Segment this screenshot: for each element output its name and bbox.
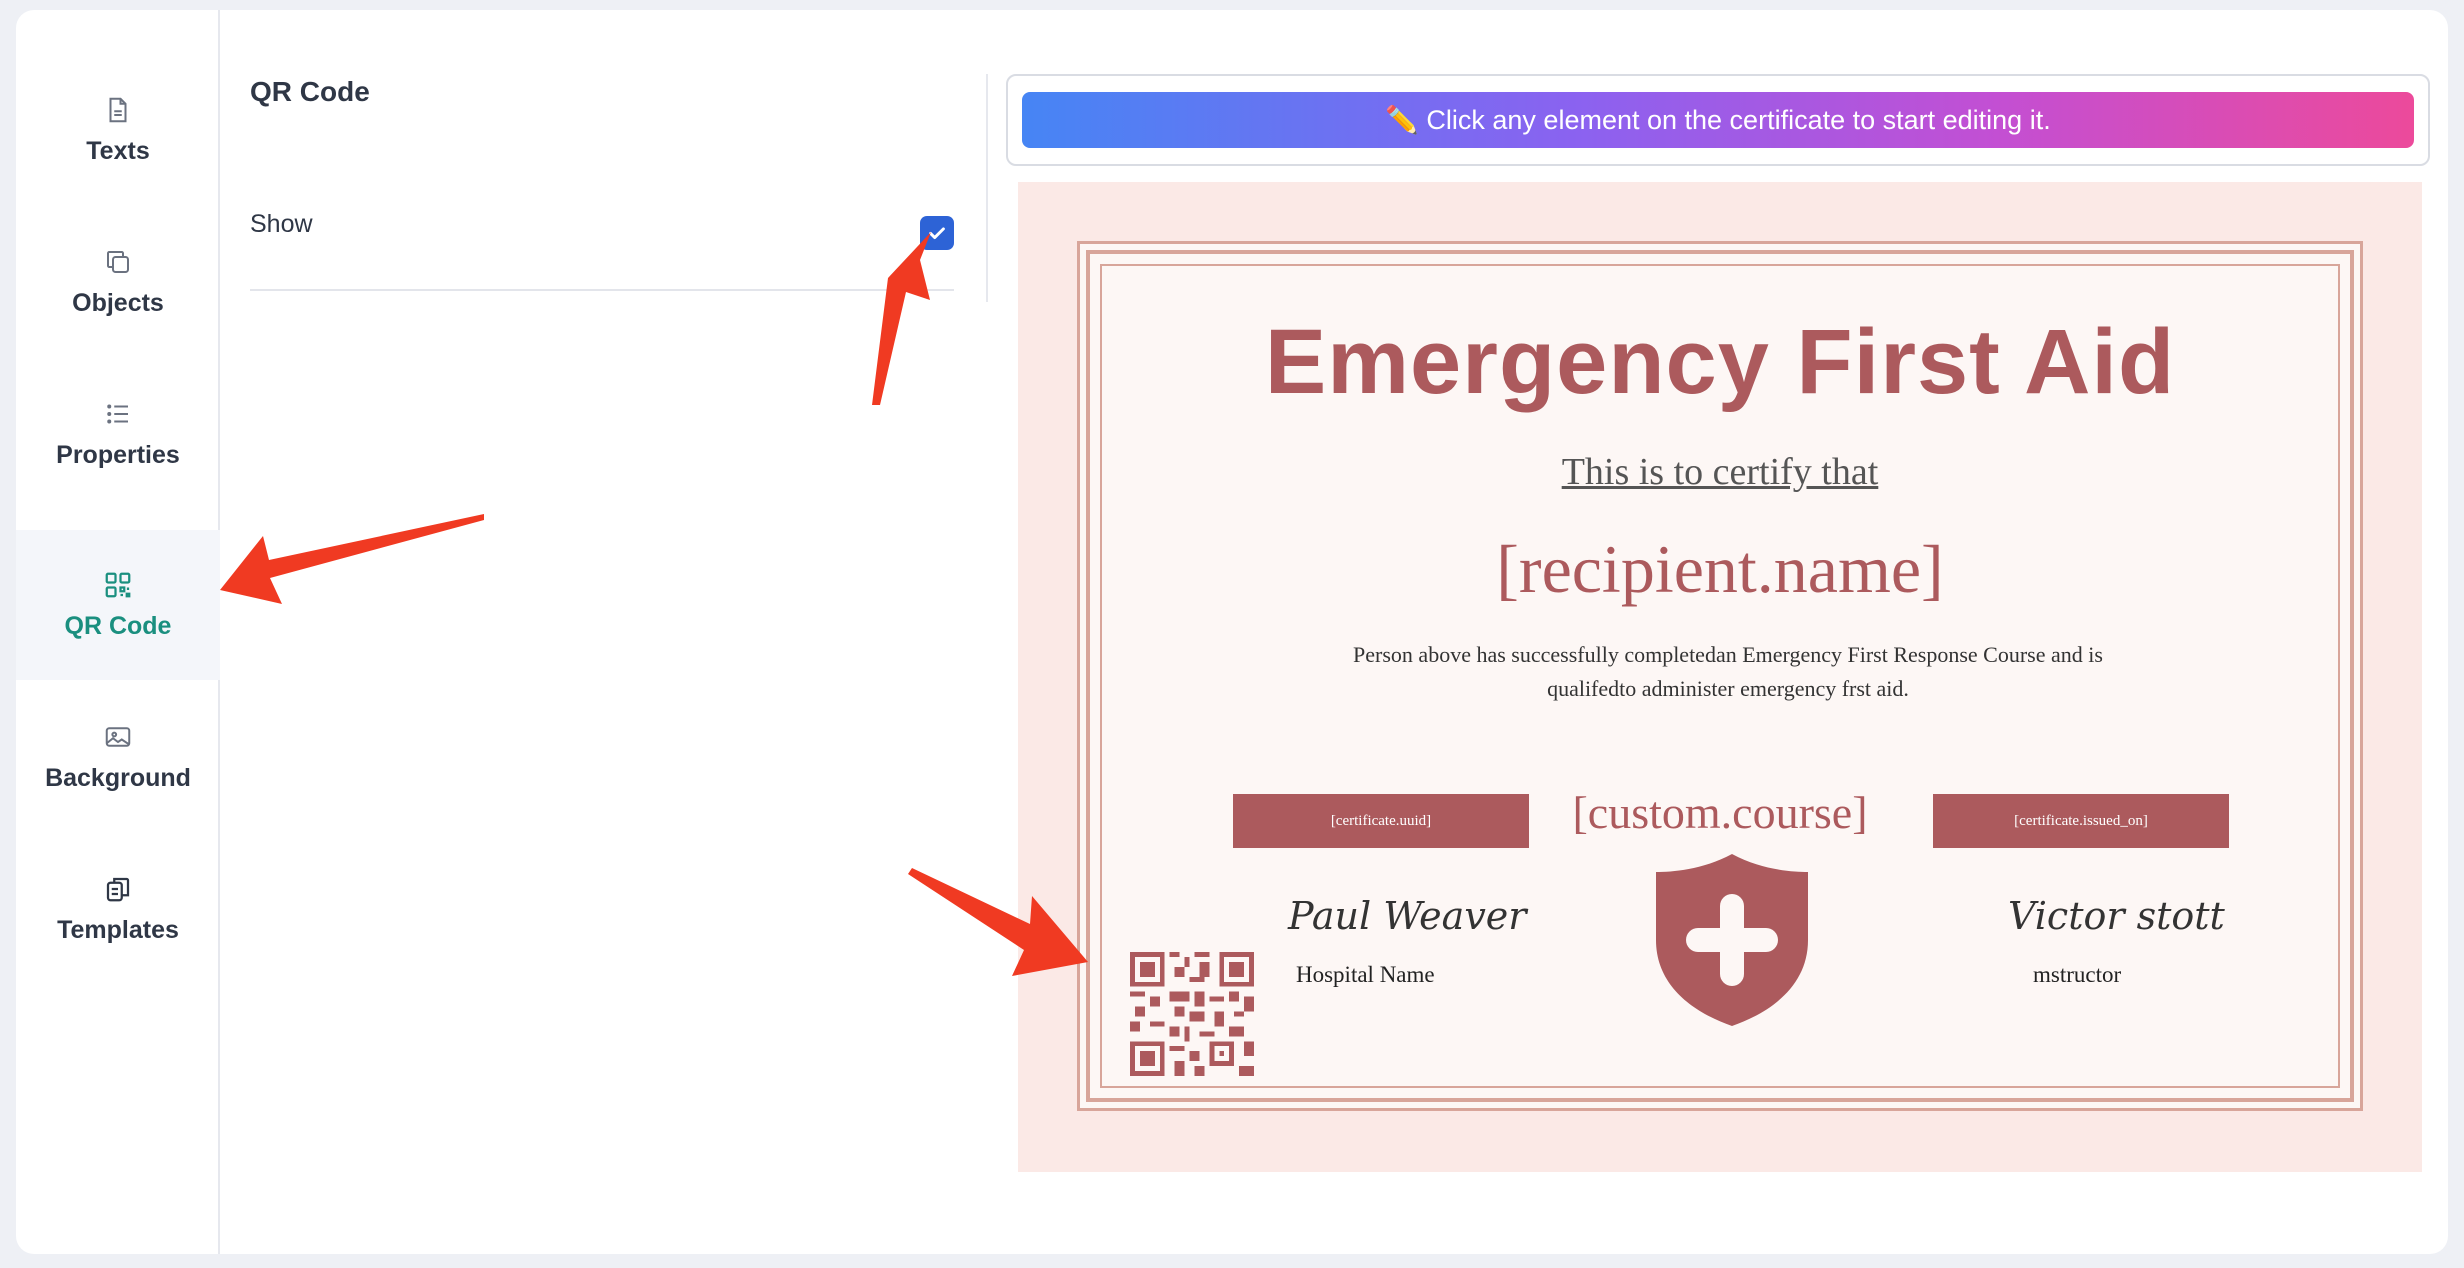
document-icon (109, 97, 127, 122)
certificate-canvas[interactable]: Emergency First Aid This is to certify t… (1018, 182, 2422, 1172)
settings-panel: QR Code Show (220, 10, 990, 1254)
body-line: qualifedto administer emergency frst aid… (1547, 676, 1909, 701)
body-line: Person above has successfully completeda… (1353, 642, 2103, 667)
app-window: Texts Objects Properties QR Code Backgro… (16, 10, 2448, 1254)
show-label: Show (250, 210, 313, 238)
divider (250, 289, 954, 291)
certificate-title[interactable]: Emergency First Aid (1018, 310, 2422, 415)
course-name[interactable]: [custom.course] (1438, 786, 2002, 839)
left-signature-role[interactable]: Hospital Name (1296, 962, 1435, 988)
qr-code-icon (105, 572, 131, 597)
sidebar-item-qr-code[interactable]: QR Code (16, 530, 220, 680)
sidebar-item-properties[interactable]: Properties (16, 359, 220, 509)
sidebar-item-label: Objects (72, 288, 164, 317)
certificate-subtitle[interactable]: This is to certify that (1018, 450, 2422, 494)
sidebar-item-texts[interactable]: Texts (16, 55, 220, 205)
sidebar-item-label: Background (45, 763, 191, 792)
right-signature-role[interactable]: mstructor (2033, 962, 2121, 988)
copy-icon (107, 250, 129, 273)
shield-cross-icon[interactable] (1652, 850, 1812, 1030)
left-signature[interactable]: Paul Weaver (1288, 894, 1526, 938)
recipient-name[interactable]: [recipient.name] (1018, 530, 2422, 609)
templates-icon (106, 877, 130, 901)
sidebar-item-label: Properties (56, 440, 180, 469)
certificate-issued-tag[interactable]: [certificate.issued_on] (1933, 794, 2229, 848)
sidebar-item-label: Templates (57, 915, 179, 944)
sidebar-item-label: QR Code (64, 611, 172, 640)
sidebar-item-objects[interactable]: Objects (16, 207, 220, 357)
panel-title: QR Code (250, 76, 370, 107)
show-checkbox[interactable] (920, 216, 954, 250)
check-icon (929, 227, 945, 240)
sidebar-item-background[interactable]: Background (16, 682, 220, 832)
editor-hint-banner: ✏️ Click any element on the certificate … (1022, 92, 2414, 148)
right-signature[interactable]: Victor stott (2008, 894, 2225, 938)
qr-code-image[interactable] (1130, 952, 1254, 1076)
sidebar: Texts Objects Properties QR Code Backgro… (16, 10, 220, 1254)
list-icon (107, 403, 128, 424)
sidebar-item-templates[interactable]: Templates (16, 834, 220, 984)
divider (986, 74, 988, 302)
certificate-body[interactable]: Person above has successfully completeda… (1308, 638, 2148, 706)
image-icon (105, 726, 131, 747)
sidebar-item-label: Texts (86, 136, 150, 165)
editor-hint-frame: ✏️ Click any element on the certificate … (1006, 74, 2430, 166)
